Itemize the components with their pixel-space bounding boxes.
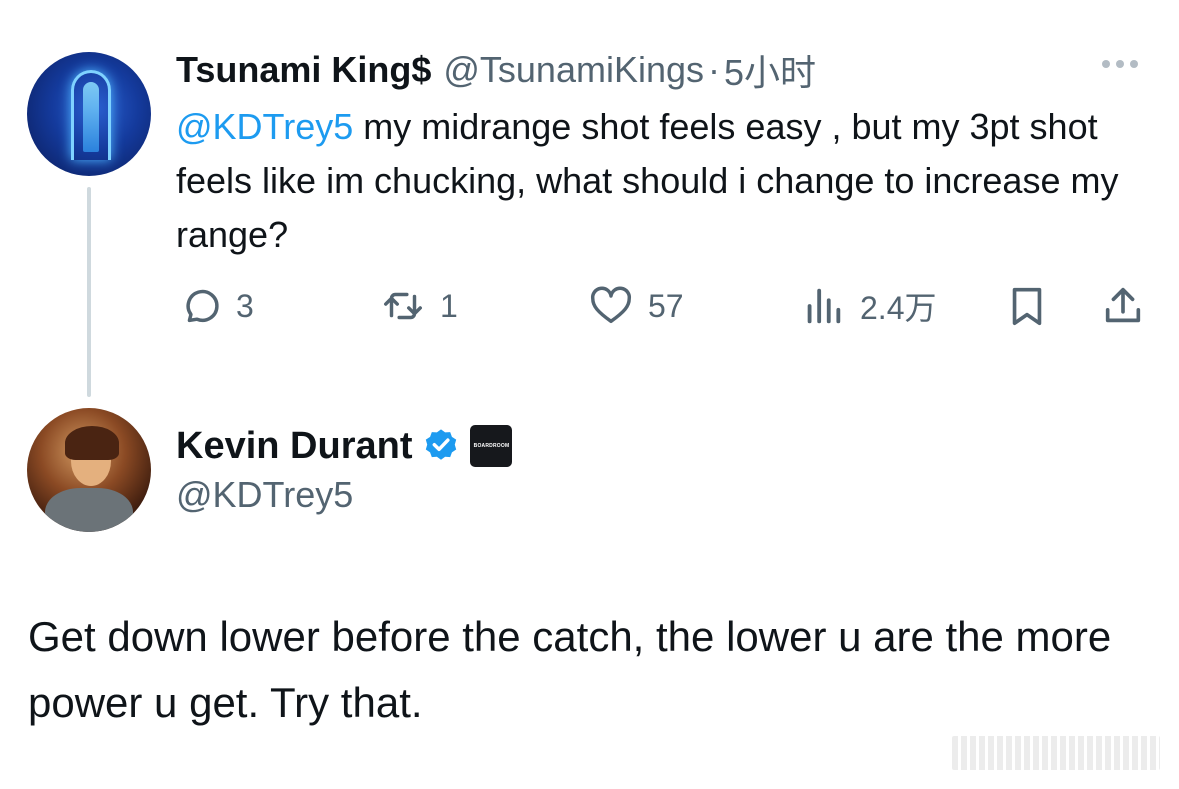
more-dots-icon[interactable] (1102, 60, 1138, 68)
affiliate-badge[interactable]: BOARDROOM (470, 425, 513, 467)
tweet2-author-handle[interactable]: @KDTrey5 (176, 474, 353, 516)
share-button[interactable] (1100, 282, 1146, 330)
views-chart-icon (807, 288, 841, 324)
tweet1-mention-link[interactable]: @KDTrey5 (176, 106, 353, 147)
reply-button[interactable]: 3 (176, 282, 254, 330)
share-icon (1105, 287, 1141, 323)
reply-bubble-icon (186, 289, 219, 323)
views-count: 2.4万 (860, 290, 937, 326)
tweet1-author-name[interactable]: Tsunami King$ (176, 49, 431, 91)
tweet1-body: @KDTrey5 my midrange shot feels easy , b… (176, 100, 1136, 262)
retweet-icon (384, 292, 422, 320)
tsunamikings-avatar[interactable] (27, 52, 151, 176)
tweet2-name-row: Kevin Durant BOARDROOM (176, 420, 513, 472)
source-watermark (952, 736, 1160, 770)
tweet2-body: Get down lower before the catch, the low… (28, 613, 1112, 726)
views-button[interactable]: 2.4万 (800, 282, 937, 330)
bookmark-icon (1012, 287, 1042, 326)
heart-icon (591, 286, 631, 324)
avatar-figure (83, 82, 99, 152)
reply-count: 3 (236, 287, 254, 324)
like-button[interactable]: 57 (588, 282, 684, 330)
more-dot (1116, 60, 1124, 68)
avatar-body (45, 488, 133, 532)
kevin-durant-avatar[interactable] (27, 408, 151, 532)
thread-connector-line (87, 187, 91, 397)
verified-badge-icon[interactable] (422, 427, 460, 465)
more-dot (1102, 60, 1110, 68)
retweet-button[interactable]: 1 (380, 282, 458, 330)
avatar-hair (65, 426, 119, 460)
tweet1-author-handle[interactable]: @TsunamiKings (443, 49, 704, 91)
more-dot (1130, 60, 1138, 68)
retweet-count: 1 (440, 287, 458, 324)
tweet1-action-bar: 3 1 57 2.4万 (176, 282, 1156, 330)
tweet1-separator: · (708, 49, 721, 90)
tweet1-timestamp[interactable]: 5小时 (724, 44, 816, 96)
tweet1-header: Tsunami King$ @TsunamiKings · 5小时 (176, 46, 816, 94)
tweet2-author-name[interactable]: Kevin Durant (176, 425, 412, 468)
like-count: 57 (648, 287, 684, 324)
bookmark-button[interactable] (1004, 282, 1050, 330)
